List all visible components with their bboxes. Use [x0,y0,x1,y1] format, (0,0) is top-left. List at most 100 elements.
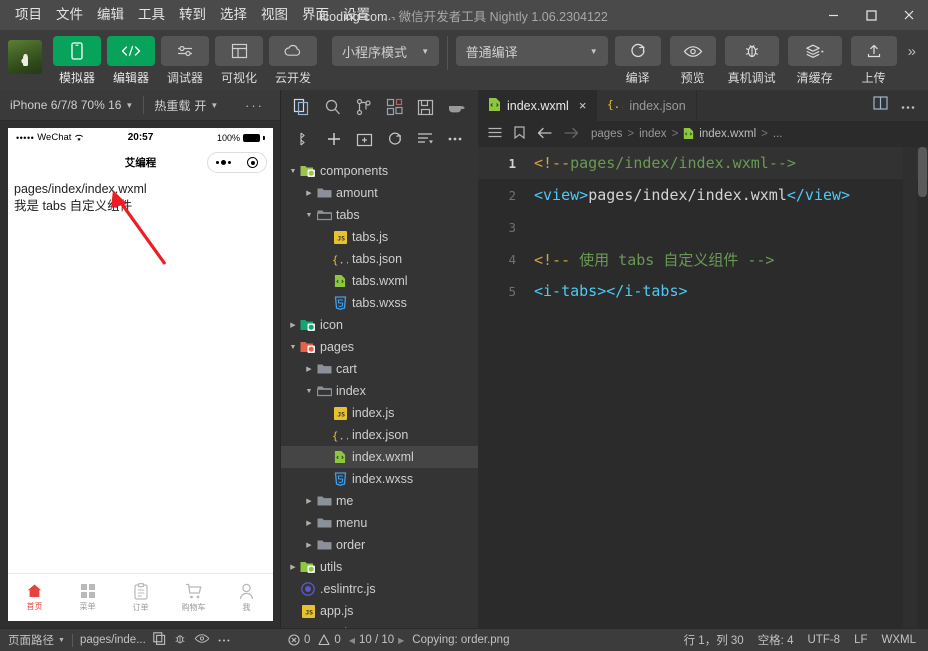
tree-item-tabs[interactable]: ▼ tabs [281,204,478,226]
chevron-right-icon[interactable]: ▶ [303,365,315,373]
tree-item-tabs-wxml[interactable]: tabs.wxml [281,270,478,292]
menu-overflow[interactable]: ... [377,5,403,26]
chevron-right-icon[interactable]: ▶ [303,497,315,505]
tree-item-amount[interactable]: ▶ amount [281,182,478,204]
close-button[interactable] [890,0,928,30]
copy-icon[interactable] [153,632,166,648]
scrollbar-thumb[interactable] [918,147,927,197]
tree-item-tabs-json[interactable]: {..} tabs.json [281,248,478,270]
toolbar-realdevice[interactable]: 真机调试 [723,36,781,86]
refresh-icon[interactable] [383,127,407,151]
mode-select[interactable]: 小程序模式 ▼ [332,36,440,66]
language-mode[interactable]: WXML [882,634,917,646]
chevron-down-icon[interactable]: ▼ [303,388,315,395]
menu-item-settings[interactable]: 设置 [336,4,377,26]
tree-item-index-wxml[interactable]: index.wxml [281,446,478,468]
menu-item-ui[interactable]: 界面 [295,4,336,26]
more-icon[interactable] [443,127,467,151]
tree-item-index-json[interactable]: {..} index.json [281,424,478,446]
tree-item-menu[interactable]: ▶ menu [281,512,478,534]
toolbar-upload[interactable]: 上传 [849,36,899,86]
extensions-icon[interactable] [383,95,407,119]
tree-item-app-js[interactable]: JS app.js [281,600,478,622]
indent-setting[interactable]: 空格: 4 [758,632,794,648]
phone-capsule-button[interactable] [207,152,267,173]
line-ending[interactable]: LF [854,634,867,646]
split-editor-icon[interactable] [873,96,888,115]
files-icon[interactable] [290,95,314,119]
source-control-icon[interactable] [352,95,376,119]
tree-item-components[interactable]: ▼ components [281,160,478,182]
chevron-down-icon[interactable]: ▼ [303,212,315,219]
code-line[interactable]: 5 <i-tabs></i-tabs> [478,275,928,307]
chevron-down-icon[interactable]: ▼ [287,344,299,351]
chevron-right-icon[interactable]: ▶ [287,321,299,329]
toolbar-visual[interactable]: 可视化 [214,36,264,86]
tree-item-cart[interactable]: ▶ cart [281,358,478,380]
cursor-position[interactable]: 行 1，列 30 [684,632,744,648]
editor-tab-index-json[interactable]: {..} index.json [597,90,697,121]
menu-item-project[interactable]: 项目 [8,4,49,26]
tree-item--eslintrc-js[interactable]: .eslintrc.js [281,578,478,600]
tree-item-me[interactable]: ▶ me [281,490,478,512]
avatar[interactable] [8,40,42,74]
code-line[interactable]: 4 <!-- 使用 tabs 自定义组件 --> [478,243,928,275]
simulator-more-button[interactable]: ··· [245,98,280,113]
toolbar-cloud[interactable]: 云开发 [268,36,318,86]
chevron-right-icon[interactable]: ▶ [287,563,299,571]
tree-item-index-wxss[interactable]: index.wxss [281,468,478,490]
tree-item-icon[interactable]: ▶ icon [281,314,478,336]
tree-item-order[interactable]: ▶ order [281,534,478,556]
phone-tab-cart[interactable]: 购物车 [167,583,220,613]
code-line[interactable]: 3 [478,211,928,243]
tree-item-index-js[interactable]: JS index.js [281,402,478,424]
outline-icon[interactable] [488,127,502,142]
forward-icon[interactable] [564,127,579,142]
encoding[interactable]: UTF-8 [807,634,840,646]
breadcrumb-pages[interactable]: pages [591,128,622,140]
code-line[interactable]: 1 <!--pages/index/index.wxml--> [478,147,928,179]
toolbar-overflow[interactable]: » [904,43,920,60]
code-line[interactable]: 2 <view>pages/index/index.wxml</view> [478,179,928,211]
toolbar-clearcache[interactable]: 清缓存 [786,36,844,86]
phone-tab-me[interactable]: 我 [220,583,273,613]
tree-item-pages[interactable]: ▼ pages [281,336,478,358]
hot-reload-toggle[interactable]: 热重载 开 ▼ [144,90,228,121]
save-icon[interactable] [414,95,438,119]
menu-item-goto[interactable]: 转到 [172,4,213,26]
new-file-icon[interactable] [292,127,316,151]
chevron-right-icon[interactable]: ▶ [303,519,315,527]
page-path-select[interactable]: 页面路径 ▼ [8,632,65,648]
chevron-right-icon[interactable]: ▶ [303,541,315,549]
back-icon[interactable] [537,127,552,142]
error-count[interactable]: 0 [288,634,310,646]
tree-item-tabs-js[interactable]: JS tabs.js [281,226,478,248]
pager-prev-icon[interactable]: ◀ [349,636,355,645]
tree-item-index[interactable]: ▼ index [281,380,478,402]
page-path-value[interactable]: pages/inde... [80,634,146,646]
chevron-right-icon[interactable]: ▶ [303,189,315,197]
menu-item-tools[interactable]: 工具 [131,4,172,26]
breadcrumb-file[interactable]: index.wxml [699,128,756,140]
more-icon[interactable] [217,634,231,646]
new-folder-icon[interactable] [352,127,376,151]
chevron-down-icon[interactable]: ▼ [287,168,299,175]
tree-item-tabs-wxss[interactable]: tabs.wxss [281,292,478,314]
tree-item-utils[interactable]: ▶ utils [281,556,478,578]
editor-tab-index-wxml[interactable]: index.wxml × [478,90,598,121]
menu-item-edit[interactable]: 编辑 [90,4,131,26]
breadcrumb-index[interactable]: index [639,128,667,140]
breadcrumb-overflow[interactable]: ... [773,128,783,140]
menu-item-select[interactable]: 选择 [213,4,254,26]
toolbar-editor[interactable]: 编辑器 [106,36,156,86]
bookmark-icon[interactable] [514,126,525,142]
pager[interactable]: ◀ 10 / 10 ▶ [349,634,404,646]
phone-tab-menu[interactable]: 菜单 [61,583,114,612]
phone-tab-order[interactable]: 订单 [114,582,167,613]
toolbar-debugger[interactable]: 调试器 [160,36,210,86]
eye-icon[interactable] [194,633,210,647]
more-actions-icon[interactable] [900,97,916,115]
toolbar-simulator[interactable]: 模拟器 [52,36,102,86]
code-editor[interactable]: 1 <!--pages/index/index.wxml--> 2 <view>pag… [478,147,928,628]
close-icon[interactable]: × [579,98,587,113]
